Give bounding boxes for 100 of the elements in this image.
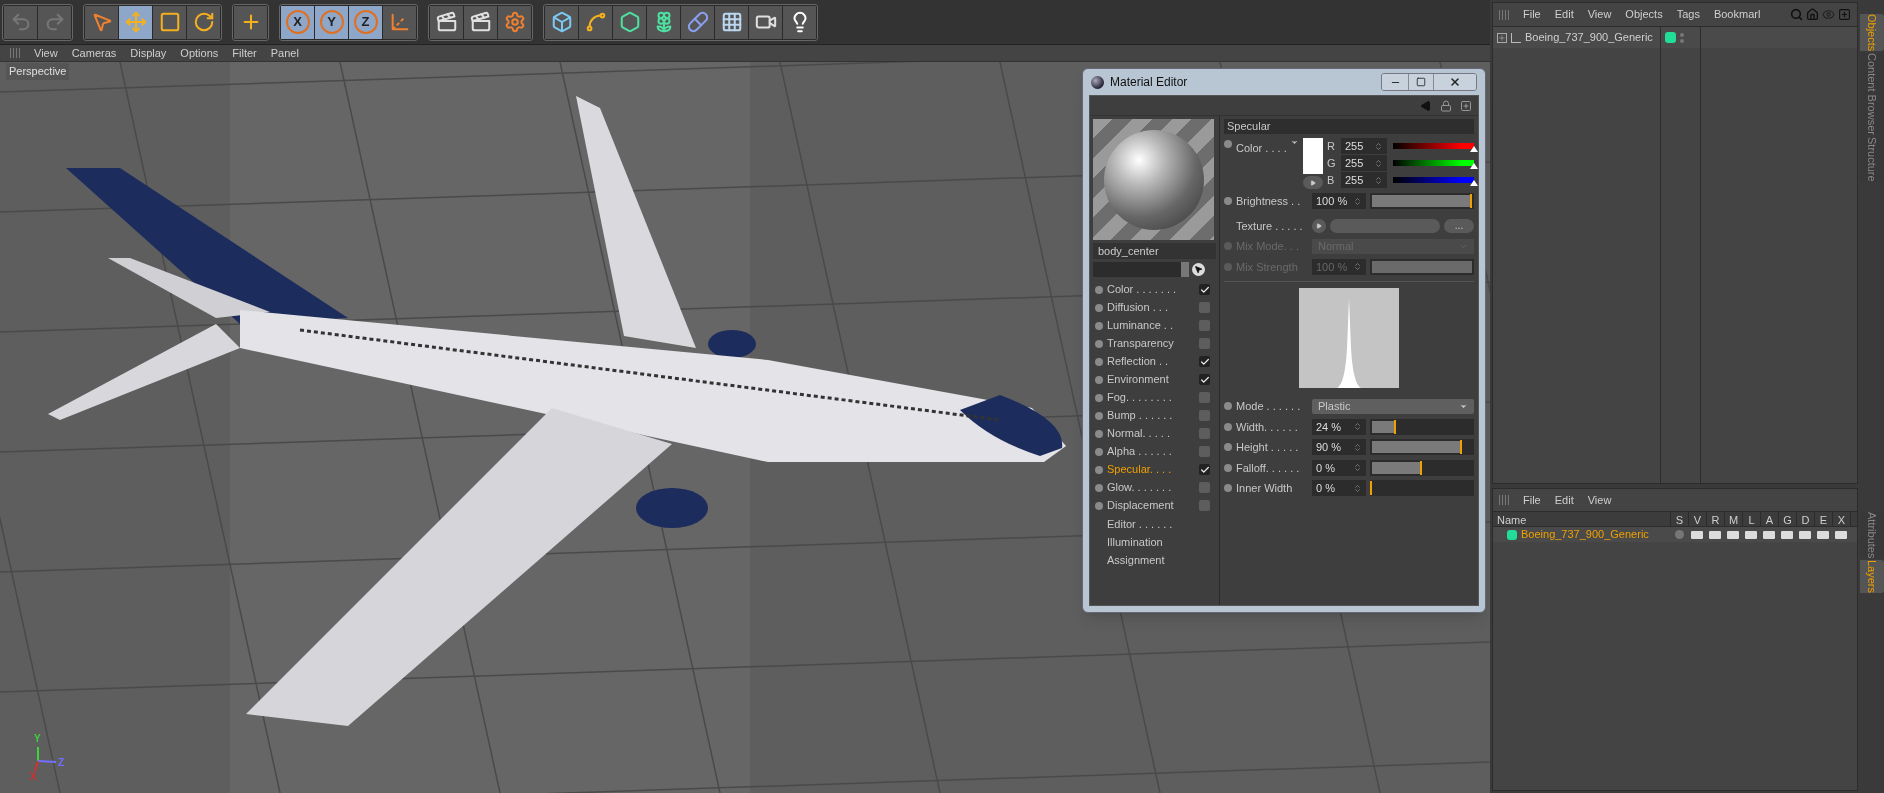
home-icon[interactable] <box>1806 8 1819 21</box>
page-label[interactable]: Editor . . . . . . <box>1093 516 1216 531</box>
slider-handle[interactable] <box>1470 194 1472 209</box>
slider[interactable] <box>1370 459 1474 476</box>
radio-icon[interactable] <box>1224 484 1232 493</box>
number-field[interactable]: 100 % <box>1312 193 1366 210</box>
slider[interactable] <box>1370 480 1474 497</box>
channel-label[interactable]: Alpha . . . . . . <box>1107 443 1195 460</box>
menu-item[interactable]: Objects <box>1625 6 1663 23</box>
material-name-field[interactable]: body_center <box>1093 243 1216 259</box>
mode-dropdown[interactable]: Plastic <box>1312 398 1474 414</box>
toolbar-button[interactable] <box>545 5 578 39</box>
menu-item[interactable]: Filter <box>232 44 257 62</box>
color-swatch[interactable] <box>1303 138 1323 174</box>
menu-item[interactable]: Edit <box>1554 6 1574 23</box>
back-arrow-icon[interactable] <box>1420 99 1432 112</box>
menu-item[interactable]: Edit <box>1554 491 1574 509</box>
channel-label[interactable]: Diffusion . . . <box>1107 299 1195 316</box>
menu-item[interactable]: View <box>34 44 58 62</box>
checkbox[interactable] <box>1199 392 1210 403</box>
toolbar-button[interactable] <box>464 5 497 39</box>
channel-label[interactable]: Reflection . . <box>1107 353 1195 370</box>
channel-label[interactable]: Color . . . . . . . <box>1107 281 1195 298</box>
checkbox[interactable] <box>1199 500 1210 511</box>
toolbar-button[interactable] <box>613 5 646 39</box>
layer-toggle-icon[interactable] <box>1817 530 1829 539</box>
toolbar-button[interactable] <box>187 5 220 39</box>
maximize-button[interactable] <box>1408 74 1434 90</box>
toolbar-button[interactable] <box>430 5 463 39</box>
link-field[interactable] <box>1093 262 1189 277</box>
toolbar-button[interactable] <box>153 5 186 39</box>
radio-icon[interactable] <box>1224 197 1232 206</box>
expand-button[interactable] <box>1312 218 1326 233</box>
checkbox[interactable] <box>1199 446 1210 457</box>
slider-handle[interactable] <box>1394 419 1396 434</box>
checkbox[interactable] <box>1199 410 1210 421</box>
channel-label[interactable]: Fog. . . . . . . . <box>1107 389 1195 406</box>
channel-label[interactable]: Normal. . . . . <box>1107 425 1195 442</box>
toolbar-button[interactable] <box>783 5 816 39</box>
layer-toggle-icon[interactable] <box>1745 530 1757 539</box>
radio-icon[interactable] <box>1224 463 1232 472</box>
expand-icon[interactable] <box>1497 32 1507 43</box>
checkbox[interactable] <box>1199 320 1210 331</box>
channel-label[interactable]: Displacement <box>1107 497 1195 514</box>
radio-icon[interactable] <box>1224 402 1232 411</box>
slider-handle[interactable] <box>1370 481 1372 496</box>
checkbox[interactable] <box>1199 482 1210 493</box>
dropdown-icon[interactable] <box>1290 138 1299 147</box>
slider-handle[interactable] <box>1420 460 1422 475</box>
checkbox[interactable] <box>1199 428 1210 439</box>
number-field[interactable]: 255 <box>1341 172 1387 188</box>
slider-handle[interactable] <box>1460 440 1462 455</box>
checkbox[interactable] <box>1199 374 1210 385</box>
side-tab[interactable]: Objects <box>1860 14 1884 52</box>
layer-toggle-icon[interactable] <box>1799 530 1811 539</box>
menu-item[interactable]: Cameras <box>71 44 117 62</box>
channel-label[interactable]: Specular. . . . <box>1107 461 1195 478</box>
menu-item[interactable]: Panel <box>270 44 299 62</box>
toolbar-button[interactable] <box>715 5 748 39</box>
axis-toggle-button[interactable]: Z <box>349 5 382 39</box>
checkbox[interactable] <box>1199 338 1210 349</box>
axis-toggle-button[interactable]: Y <box>315 5 348 39</box>
number-field[interactable]: 255 <box>1341 155 1387 171</box>
new-window-icon[interactable] <box>1838 8 1851 21</box>
menu-item[interactable]: View <box>1587 6 1612 23</box>
layer-row[interactable]: Boeing_737_900_Generic <box>1493 527 1857 542</box>
object-row[interactable]: Boeing_737_900_Generic <box>1493 27 1660 48</box>
menu-item[interactable]: Display <box>130 44 167 62</box>
side-tab[interactable]: Layers <box>1860 559 1884 593</box>
layer-toggle-icon[interactable] <box>1835 530 1847 539</box>
close-button[interactable] <box>1434 74 1476 90</box>
channel-label[interactable]: Bump . . . . . . <box>1107 407 1195 424</box>
channel-label[interactable]: Luminance . . <box>1107 317 1195 334</box>
toolbar-button[interactable] <box>119 5 152 39</box>
checkbox[interactable] <box>1199 356 1210 367</box>
number-field[interactable]: 24 % <box>1312 418 1366 435</box>
channel-label[interactable]: Environment <box>1107 371 1195 388</box>
toolbar-button[interactable] <box>579 5 612 39</box>
axis-toggle-button[interactable]: X <box>281 5 314 39</box>
page-label[interactable]: Assignment <box>1093 552 1216 567</box>
radio-icon[interactable] <box>1224 140 1232 148</box>
checkbox[interactable] <box>1199 464 1210 475</box>
layer-toggle-icon[interactable] <box>1709 530 1721 539</box>
menu-item[interactable]: Bookmarl <box>1713 6 1761 23</box>
slider-handle[interactable] <box>1470 146 1478 152</box>
menu-item[interactable]: File <box>1523 491 1541 509</box>
menu-item[interactable]: View <box>1587 491 1612 509</box>
lock-icon[interactable] <box>1440 99 1452 112</box>
number-field[interactable]: 0 % <box>1312 480 1366 497</box>
layer-toggle-icon[interactable] <box>1781 530 1793 539</box>
number-field[interactable]: 90 % <box>1312 439 1366 456</box>
pick-button[interactable] <box>1192 263 1205 276</box>
menu-item[interactable]: File <box>1523 6 1541 23</box>
visibility-dots-icon[interactable] <box>1680 32 1684 43</box>
slider[interactable] <box>1370 418 1474 435</box>
page-label[interactable]: Illumination <box>1093 534 1216 549</box>
channel-label[interactable]: Glow. . . . . . . <box>1107 479 1195 496</box>
toolbar-button[interactable] <box>681 5 714 39</box>
radio-icon[interactable] <box>1224 443 1232 452</box>
search-icon[interactable] <box>1790 8 1803 21</box>
